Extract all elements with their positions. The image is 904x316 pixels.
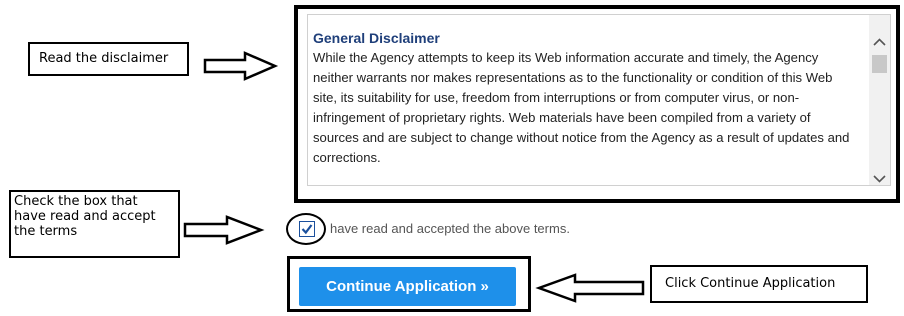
continue-callout: Click Continue Application [650,265,868,303]
disclaimer-highlight-frame: General Disclaimer While the Agency atte… [294,5,900,203]
disclaimer-title: General Disclaimer [313,30,440,46]
accept-terms-label[interactable]: have read and accepted the above terms. [330,221,570,236]
read-disclaimer-callout: Read the disclaimer [28,42,189,76]
scroll-up-icon[interactable] [873,38,886,46]
disclaimer-panel[interactable]: General Disclaimer While the Agency atte… [307,14,891,186]
checkmark-icon [301,224,313,235]
disclaimer-body: While the Agency attempts to keep its We… [313,50,850,165]
scroll-down-icon[interactable] [873,175,886,183]
continue-application-button[interactable]: Continue Application » [299,267,516,306]
disclaimer-scrollbar[interactable] [869,15,890,185]
left-arrow-icon [535,273,645,303]
check-box-callout: Check the box that have read and accept … [9,190,180,258]
accept-terms-checkbox[interactable] [299,221,315,237]
right-arrow-icon [183,215,265,245]
disclaimer-content: General Disclaimer While the Agency atte… [313,29,858,168]
scroll-thumb[interactable] [872,55,887,73]
right-arrow-icon [203,51,279,81]
